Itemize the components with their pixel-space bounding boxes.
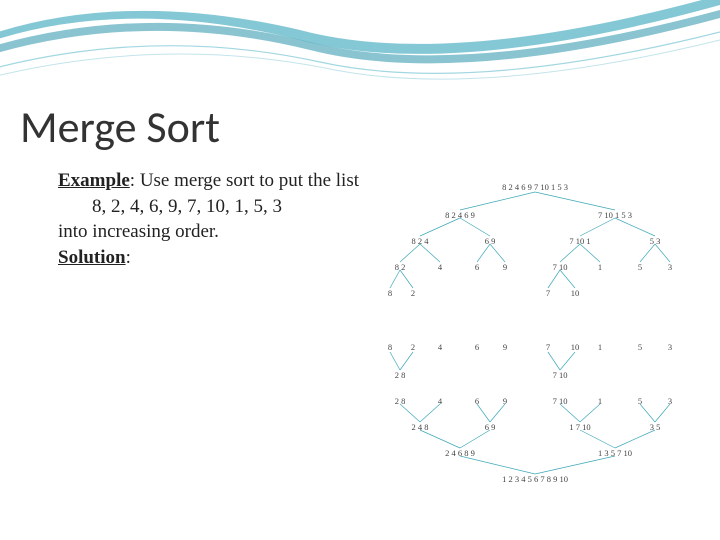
tree-node: 1 7 10	[569, 422, 590, 432]
tree-node: 4	[438, 262, 442, 272]
tree-node: 4	[438, 342, 442, 352]
tree-node: 2 8	[395, 396, 406, 406]
tree-node: 8 2 4 6 9	[445, 210, 475, 220]
tree-node: 5	[638, 396, 642, 406]
tree-node: 6	[475, 262, 479, 272]
tree-node: 9	[503, 396, 507, 406]
tree-node: 3	[668, 262, 672, 272]
tree-node: 7	[546, 288, 550, 298]
tree-node: 7 10	[553, 396, 568, 406]
tree-node: 5	[638, 342, 642, 352]
tree-node: 9	[503, 262, 507, 272]
tree-node: 2 4 6 8 9	[445, 448, 475, 458]
tree-node: 2	[411, 288, 415, 298]
tree-node: 7 10	[553, 262, 568, 272]
body-text: Example: Use merge sort to put the list …	[58, 168, 359, 271]
solution-colon: :	[126, 247, 131, 268]
tree-node: 1	[598, 396, 602, 406]
tree-node: 8 2 4	[412, 236, 429, 246]
tree-node: 8 2 4 6 9 7 10 1 5 3	[502, 182, 568, 192]
order-line: into increasing order.	[58, 219, 359, 245]
merge-sort-diagram: 8 2 4 6 9 7 10 1 5 3 8 2 4 6 9 7 10 1 5 …	[365, 182, 705, 532]
tree-node: 8	[388, 288, 392, 298]
solution-label: Solution	[58, 247, 126, 268]
example-text: Use merge sort to put the list	[135, 170, 359, 191]
tree-node: 2	[411, 342, 415, 352]
tree-node: 2 4 8	[412, 422, 429, 432]
tree-node: 7	[546, 342, 550, 352]
tree-node: 6 9	[485, 236, 496, 246]
tree-node: 6 9	[485, 422, 496, 432]
tree-node: 7 10 1 5 3	[598, 210, 632, 220]
tree-node: 7 10 1	[569, 236, 590, 246]
tree-node: 3 5	[650, 422, 661, 432]
tree-node: 5 3	[650, 236, 661, 246]
tree-node: 8	[388, 342, 392, 352]
tree-node: 10	[571, 342, 580, 352]
tree-node: 3	[668, 396, 672, 406]
tree-node: 6	[475, 342, 479, 352]
tree-node: 4	[438, 396, 442, 406]
tree-node: 1	[598, 342, 602, 352]
tree-node: 2 8	[395, 370, 406, 380]
slide-title: Merge Sort	[20, 100, 220, 154]
tree-node: 3	[668, 342, 672, 352]
tree-node: 8 2	[395, 262, 406, 272]
example-label: Example	[58, 170, 130, 191]
tree-node: 1	[598, 262, 602, 272]
list-line: 8, 2, 4, 6, 9, 7, 10, 1, 5, 3	[92, 194, 359, 220]
tree-node: 5	[638, 262, 642, 272]
tree-node: 1 2 3 4 5 6 7 8 9 10	[502, 474, 568, 484]
tree-node: 1 3 5 7 10	[598, 448, 632, 458]
tree-node: 7 10	[553, 370, 568, 380]
wave-decoration	[0, 0, 720, 100]
tree-node: 9	[503, 342, 507, 352]
tree-node: 10	[571, 288, 580, 298]
tree-node: 6	[475, 396, 479, 406]
